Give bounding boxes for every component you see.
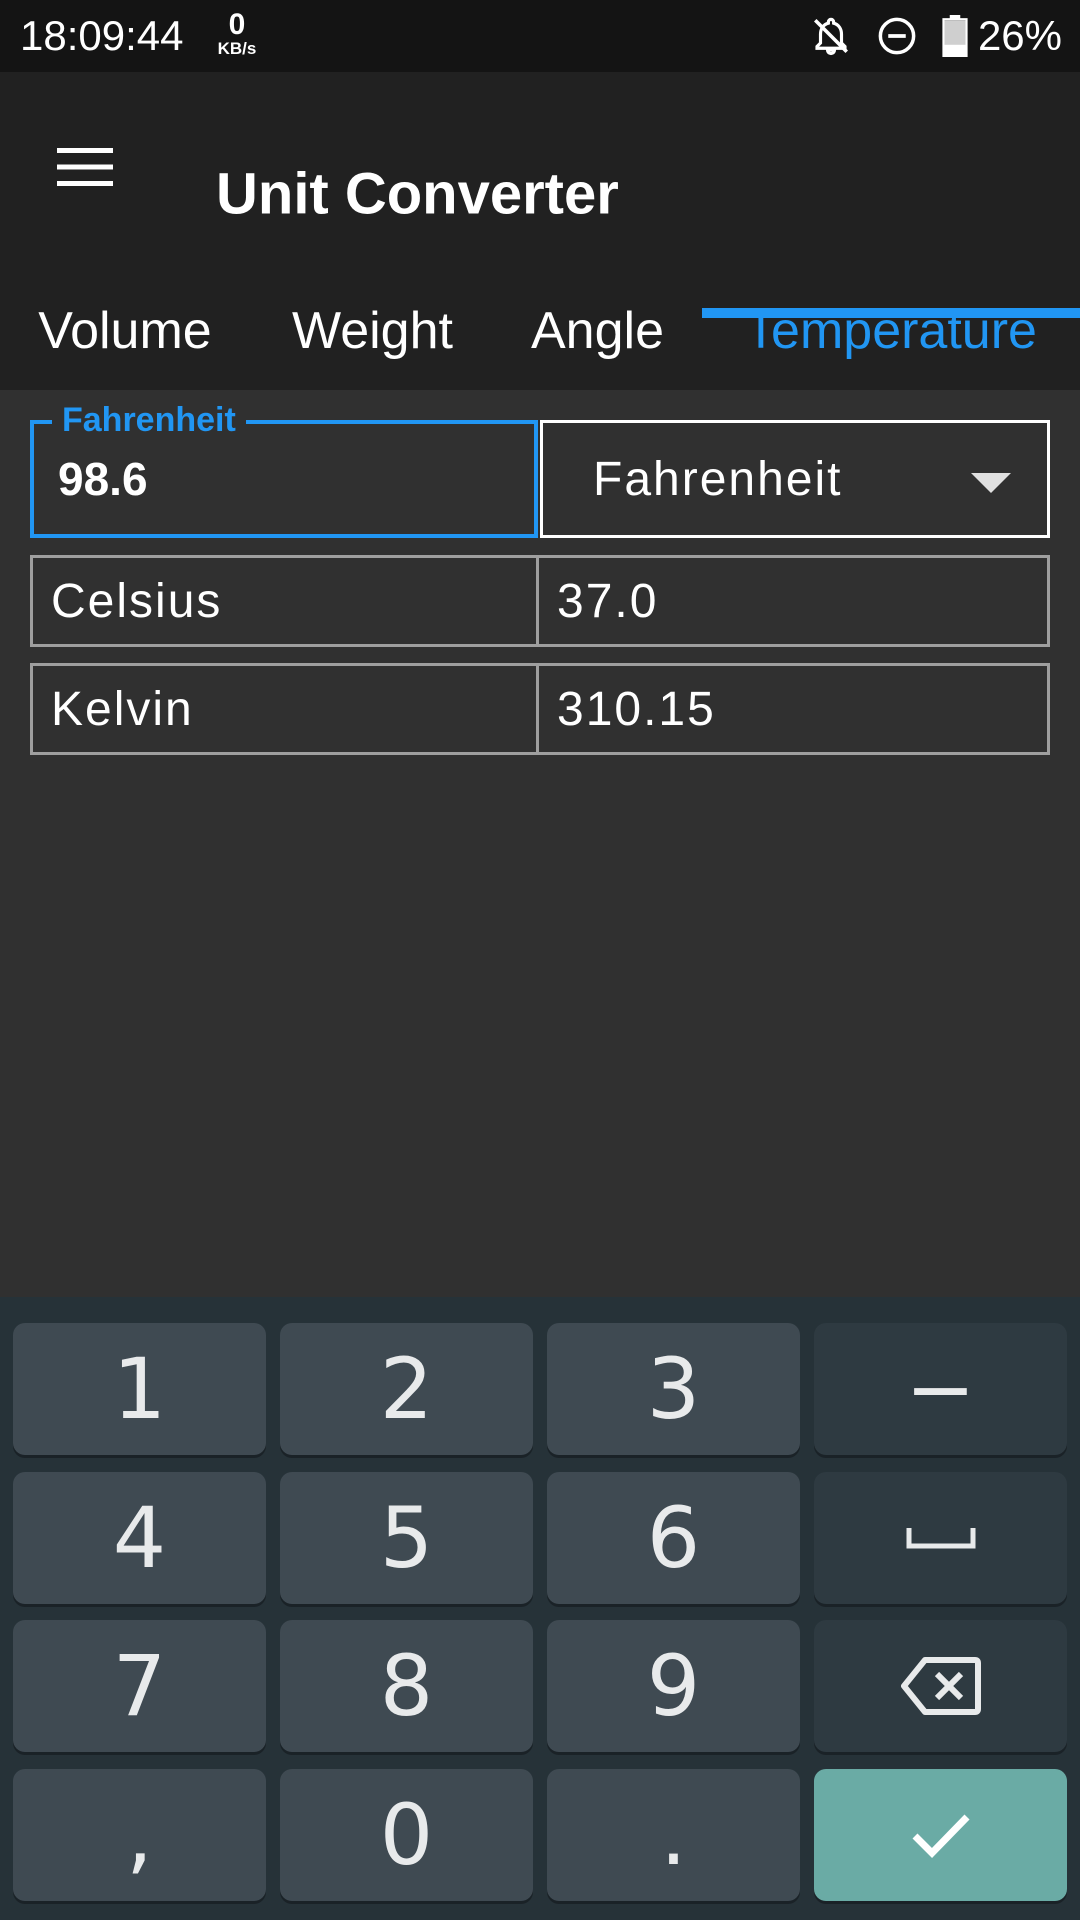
- result-value: 37.0: [557, 574, 659, 628]
- key-9[interactable]: 9: [547, 1620, 800, 1752]
- active-tab-indicator: [702, 308, 1080, 318]
- app-bar: Unit Converter Volume Weight Angle Tempe…: [0, 72, 1080, 390]
- tab-angle[interactable]: Angle: [500, 272, 695, 390]
- checkmark-icon: [912, 1814, 970, 1858]
- key-minus[interactable]: −: [814, 1323, 1067, 1455]
- backspace-icon: [900, 1657, 981, 1715]
- status-bar: 18:09:44 0 KB/s 26%: [0, 0, 1080, 72]
- key-enter[interactable]: [814, 1769, 1067, 1901]
- key-3[interactable]: 3: [547, 1323, 800, 1455]
- key-2[interactable]: 2: [280, 1323, 533, 1455]
- unit-dropdown-value: Fahrenheit: [593, 452, 843, 506]
- key-period[interactable]: .: [547, 1769, 800, 1901]
- unit-category-tabs: Volume Weight Angle Temperature: [0, 272, 1080, 390]
- value-input-text[interactable]: 98.6: [58, 424, 148, 534]
- space-icon: [906, 1528, 975, 1549]
- key-4[interactable]: 4: [13, 1472, 266, 1604]
- key-5[interactable]: 5: [280, 1472, 533, 1604]
- key-0[interactable]: 0: [280, 1769, 533, 1901]
- key-backspace[interactable]: [814, 1620, 1067, 1752]
- value-input-field[interactable]: Fahrenheit 98.6: [30, 400, 538, 538]
- network-speed-unit: KB/s: [217, 39, 257, 58]
- tab-volume[interactable]: Volume: [10, 272, 240, 390]
- tab-temperature[interactable]: Temperature: [702, 272, 1080, 390]
- result-unit-name: Kelvin: [33, 666, 539, 752]
- tab-weight[interactable]: Weight: [260, 272, 485, 390]
- app-title: Unit Converter: [216, 161, 619, 227]
- result-unit-name: Celsius: [33, 558, 539, 644]
- battery-icon: [942, 15, 968, 57]
- dropdown-arrow-icon: [971, 473, 1011, 493]
- battery-percent: 26%: [977, 12, 1062, 59]
- key-6[interactable]: 6: [547, 1472, 800, 1604]
- hamburger-menu-icon: [57, 148, 113, 186]
- result-row-celsius: Celsius 37.0: [30, 555, 1050, 647]
- menu-button[interactable]: [50, 132, 120, 202]
- key-7[interactable]: 7: [13, 1620, 266, 1752]
- do-not-disturb-icon: [876, 15, 918, 57]
- status-time: 18:09:44: [20, 12, 184, 59]
- key-1[interactable]: 1: [13, 1323, 266, 1455]
- key-space[interactable]: [814, 1472, 1067, 1604]
- network-speed: 0 KB/s: [212, 10, 262, 58]
- numeric-keyboard: 1 2 3 − 4 5 6 7 8 9 , 0 .: [0, 1297, 1080, 1920]
- key-8[interactable]: 8: [280, 1620, 533, 1752]
- unit-dropdown[interactable]: Fahrenheit: [540, 420, 1050, 538]
- key-comma[interactable]: ,: [13, 1769, 266, 1901]
- status-icons: 26%: [810, 12, 1062, 60]
- notifications-off-icon: [810, 15, 852, 57]
- result-row-kelvin: Kelvin 310.15: [30, 663, 1050, 755]
- network-speed-value: 0: [228, 8, 246, 41]
- result-value: 310.15: [557, 682, 716, 736]
